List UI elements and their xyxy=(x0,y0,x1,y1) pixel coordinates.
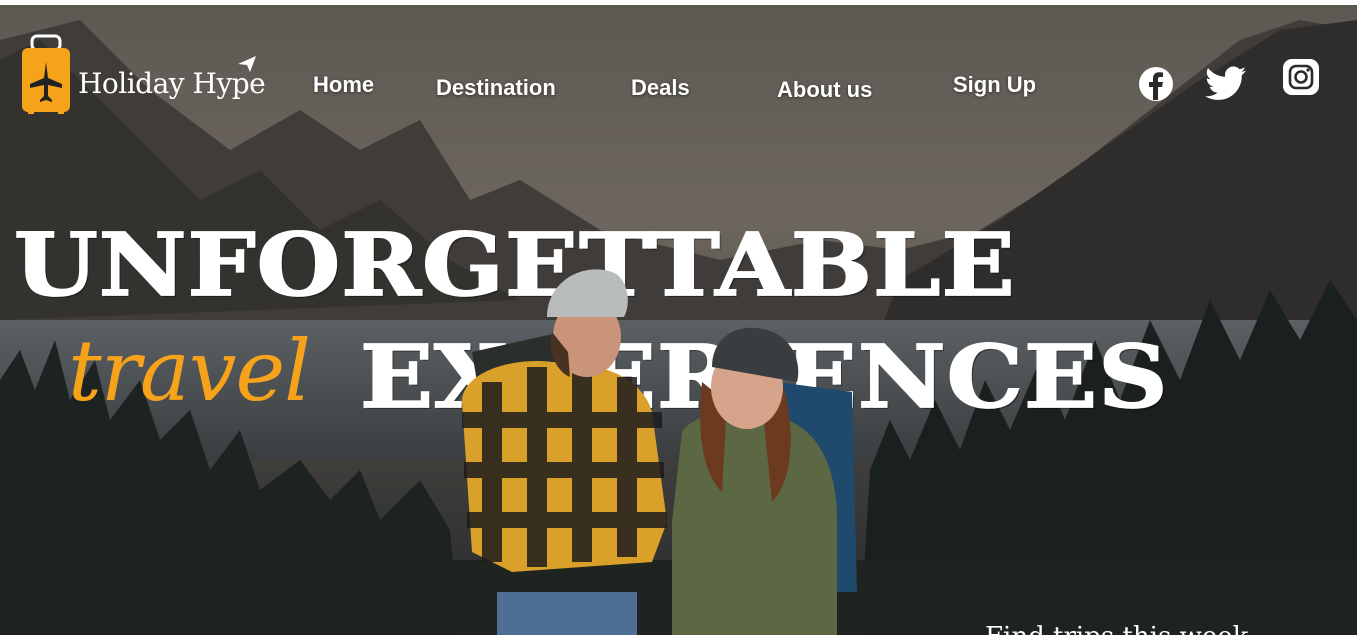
nav-home[interactable]: Home xyxy=(313,72,374,98)
instagram-icon[interactable] xyxy=(1282,58,1320,96)
twitter-icon[interactable] xyxy=(1205,66,1247,102)
hero-section: Holiday Hype Home Destination Deals Abou… xyxy=(0,0,1357,635)
nav-about[interactable]: About us xyxy=(777,77,872,103)
hero-tagline: Find trips this week xyxy=(985,622,1248,635)
nav-home-label: Home xyxy=(313,72,375,97)
nav-signup-label: Sign Up xyxy=(953,72,1037,97)
nav-destination-label: Destination xyxy=(436,75,556,100)
top-border xyxy=(0,0,1357,5)
nav-destination[interactable]: Destination xyxy=(436,75,556,101)
nav-signup[interactable]: Sign Up xyxy=(953,72,1036,98)
nav-about-label: About us xyxy=(777,77,873,102)
nav-deals[interactable]: Deals xyxy=(631,75,690,101)
nav-deals-label: Deals xyxy=(631,75,690,100)
hikers-photo xyxy=(462,269,857,635)
headline-script-word: travel xyxy=(68,322,311,420)
facebook-icon[interactable] xyxy=(1138,66,1174,102)
paper-plane-icon xyxy=(238,56,256,72)
suitcase-airplane-icon xyxy=(22,34,70,114)
brand-logo[interactable]: Holiday Hype xyxy=(20,34,266,116)
